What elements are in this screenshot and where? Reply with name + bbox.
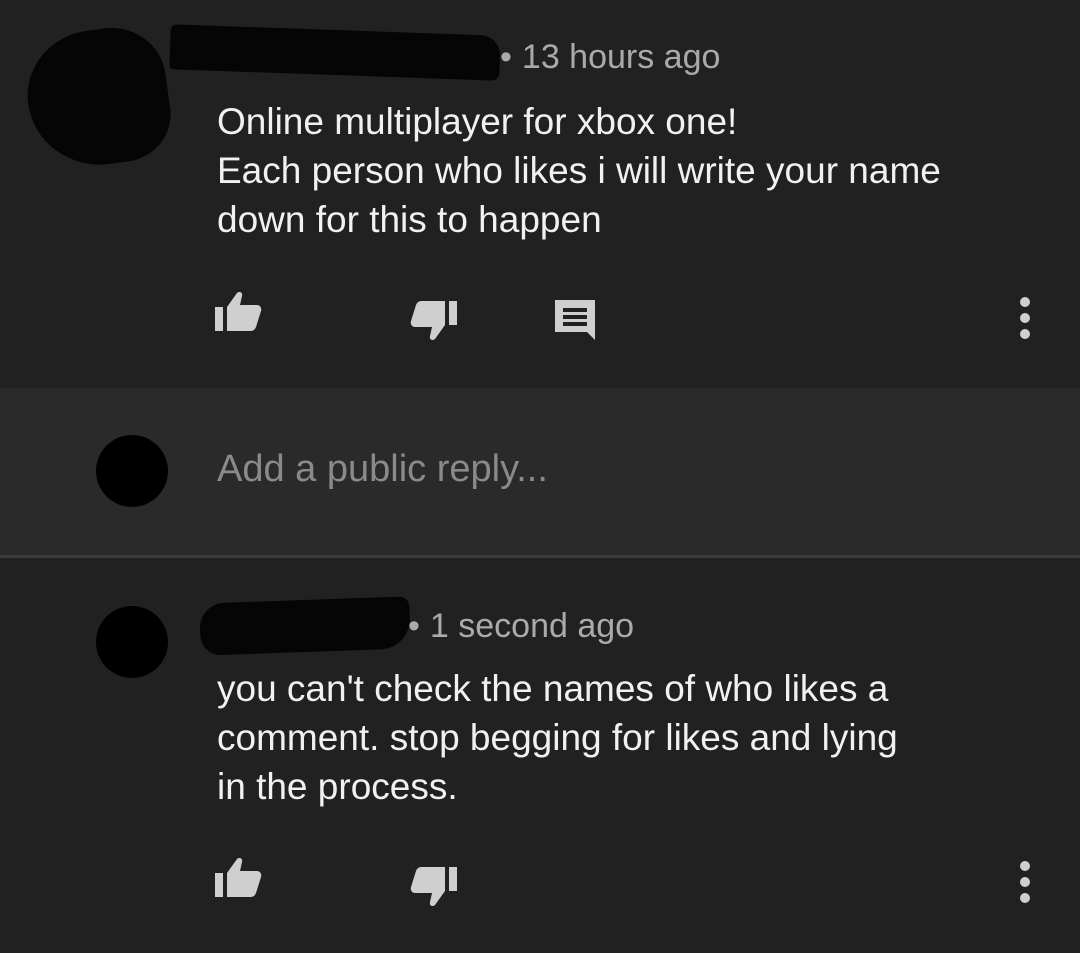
like-button[interactable] bbox=[212, 854, 266, 900]
user-avatar bbox=[96, 435, 168, 507]
comment-text-line: in the process. bbox=[217, 766, 458, 807]
thumbs-up-icon bbox=[215, 292, 262, 331]
comment-text-line: Each person who likes i will write your … bbox=[217, 150, 941, 191]
comment-timestamp: 1 second ago bbox=[429, 607, 635, 645]
redacted-avatar bbox=[19, 20, 177, 175]
more-options-button[interactable] bbox=[1005, 857, 1045, 907]
dislike-button[interactable] bbox=[406, 864, 460, 910]
comment-text-line: comment. stop begging for likes and lyin… bbox=[217, 717, 898, 758]
more-vertical-icon bbox=[1020, 297, 1030, 339]
comment-text-line: down for this to happen bbox=[217, 199, 602, 240]
reply-input[interactable]: Add a public reply... bbox=[217, 448, 548, 491]
comment-meta: • 1 second ago bbox=[408, 607, 634, 646]
meta-separator: • bbox=[408, 607, 420, 645]
comment-text-line: you can't check the names of who likes a bbox=[217, 668, 889, 709]
redacted-author-name bbox=[199, 596, 411, 656]
like-button[interactable] bbox=[212, 288, 266, 334]
comment-item: • 1 second ago you can't check the names … bbox=[0, 558, 1080, 953]
thumbs-down-icon bbox=[410, 301, 457, 340]
reply-comment-icon bbox=[555, 300, 595, 340]
reply-box[interactable]: Add a public reply... bbox=[0, 388, 1080, 555]
comment-meta: • 13 hours ago bbox=[500, 38, 720, 77]
meta-separator: • bbox=[500, 38, 512, 76]
comment-text: Online multiplayer for xbox one! Each pe… bbox=[217, 97, 1047, 244]
dislike-button[interactable] bbox=[406, 298, 460, 344]
more-options-button[interactable] bbox=[1005, 293, 1045, 343]
thumbs-down-icon bbox=[410, 867, 457, 906]
comment-item: • 13 hours ago Online multiplayer for xbo… bbox=[0, 0, 1080, 388]
avatar bbox=[96, 606, 168, 678]
comment-timestamp: 13 hours ago bbox=[521, 38, 721, 76]
comment-thread: • 13 hours ago Online multiplayer for xbo… bbox=[0, 0, 1080, 953]
more-vertical-icon bbox=[1020, 861, 1030, 903]
reply-button[interactable] bbox=[551, 296, 599, 342]
comment-text-line: Online multiplayer for xbox one! bbox=[217, 101, 738, 142]
comment-text: you can't check the names of who likes a… bbox=[217, 664, 1047, 811]
thumbs-up-icon bbox=[215, 858, 262, 897]
redacted-author-name bbox=[169, 24, 501, 81]
